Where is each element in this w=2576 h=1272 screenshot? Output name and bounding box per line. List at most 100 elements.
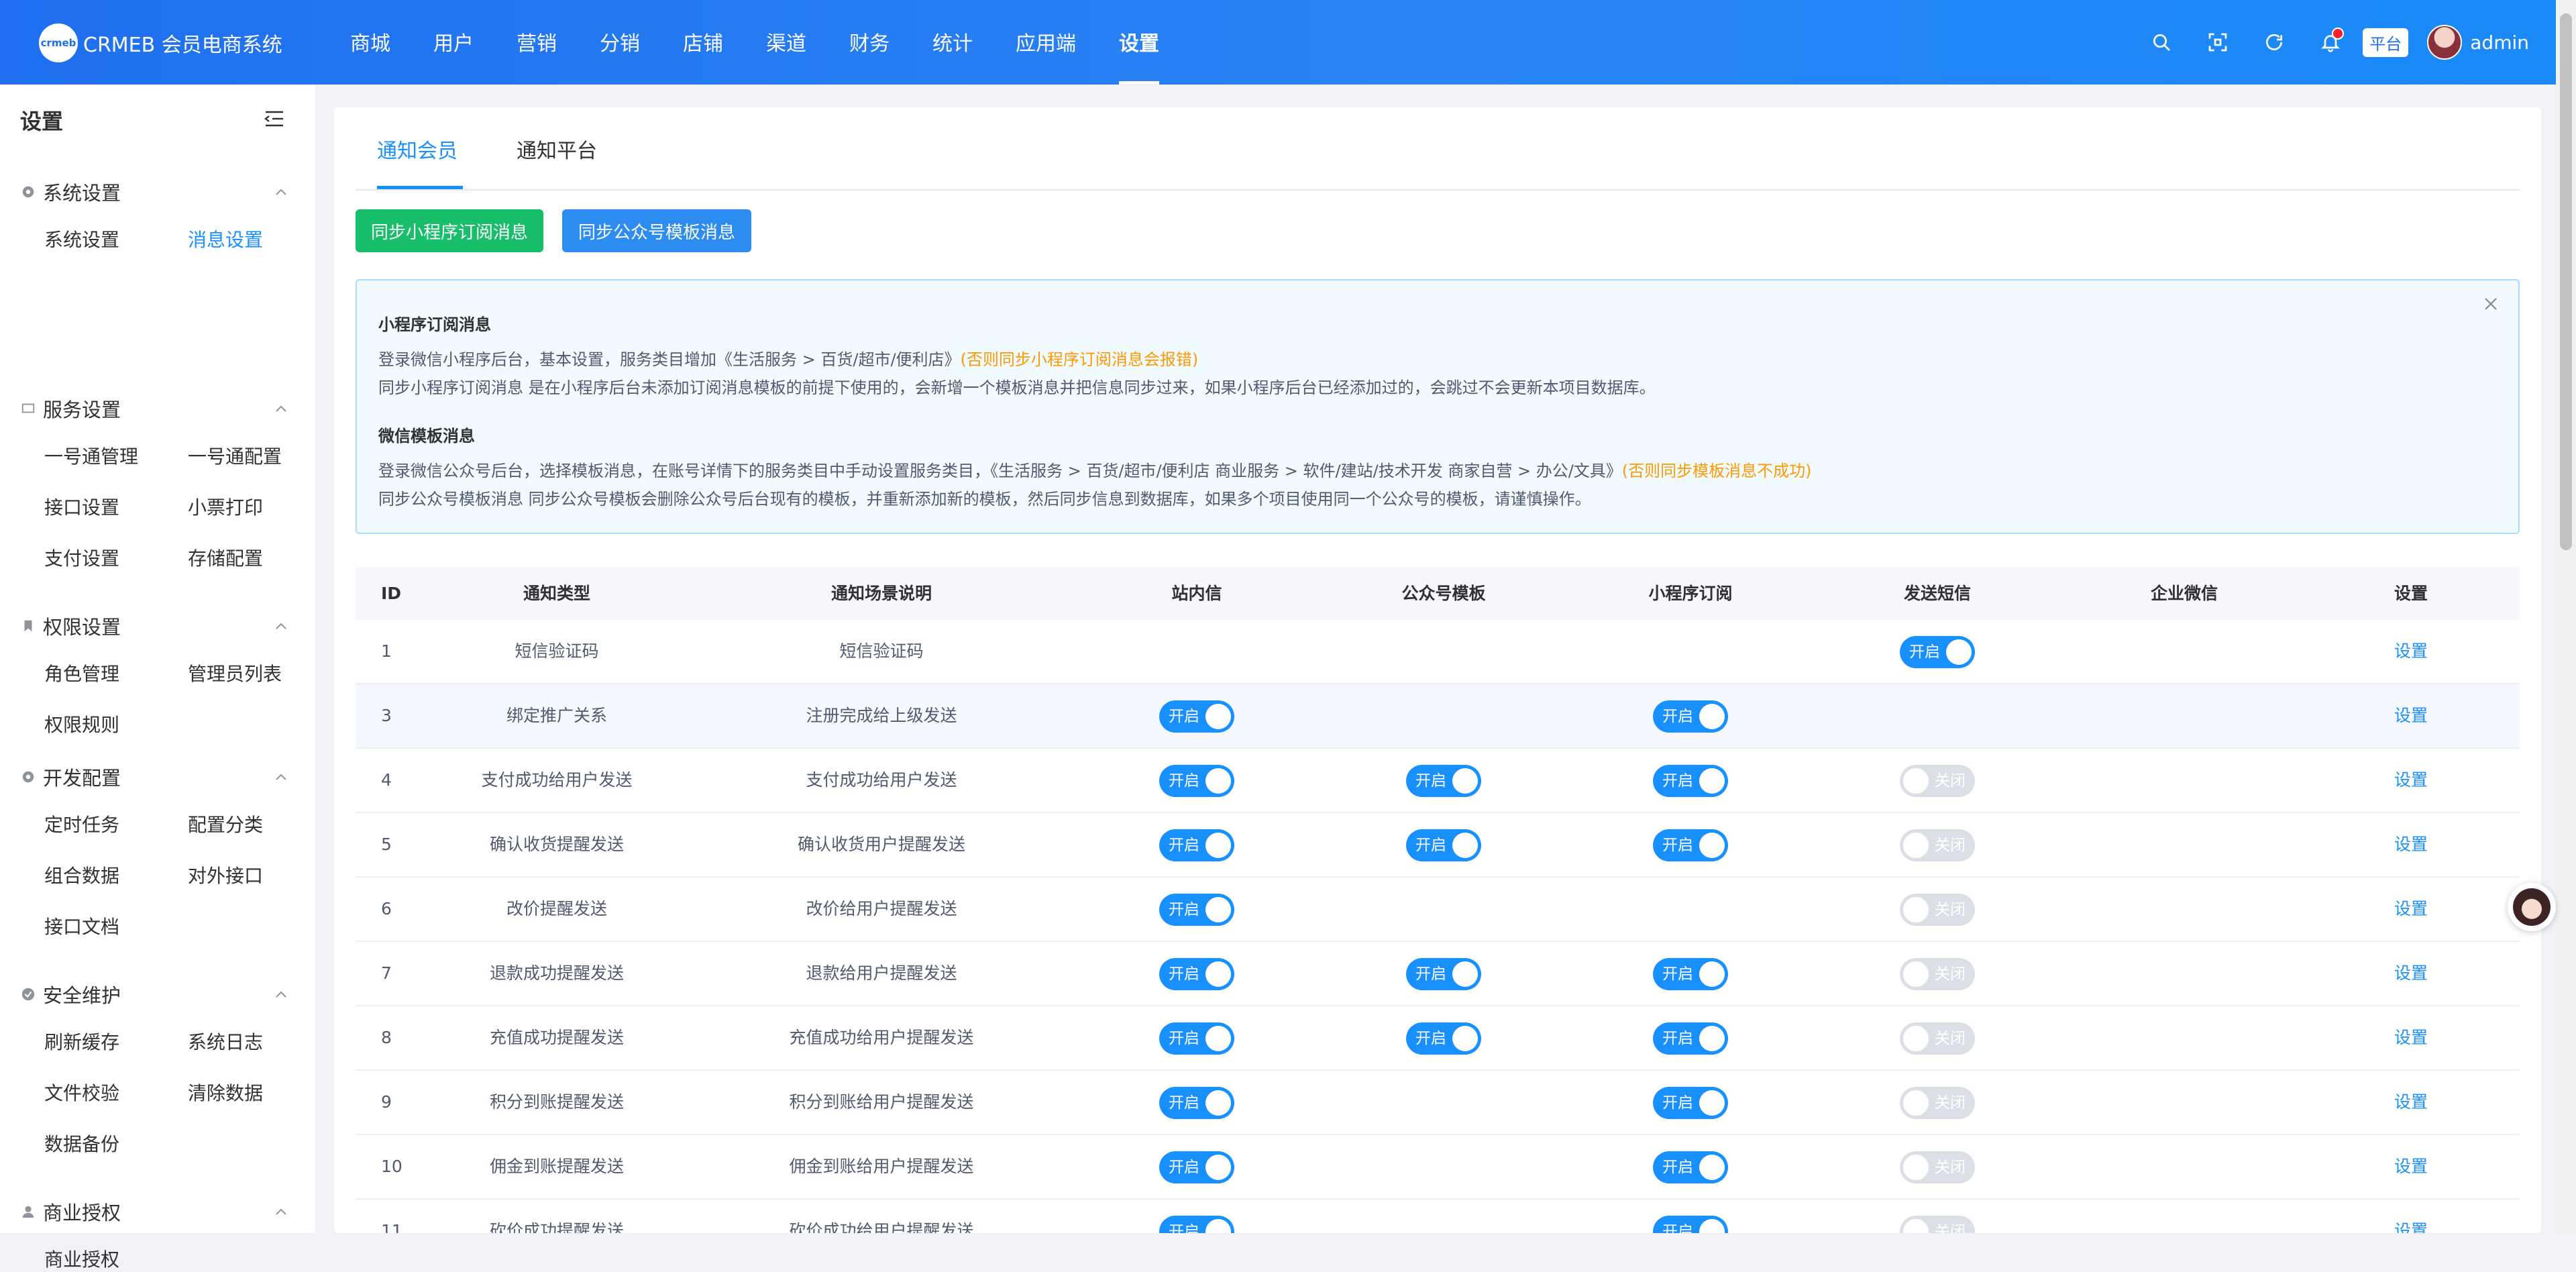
customer-service-button[interactable] [2508,883,2556,931]
mini-program-subscribe-toggle[interactable]: 开启 [1653,1022,1728,1055]
nav-item-distribution[interactable]: 分销 [578,0,661,85]
sidebar-item[interactable]: 文件校验 [44,1079,119,1106]
platform-tag[interactable]: 平台 [2363,28,2409,57]
chevron-up-icon[interactable] [274,185,288,200]
sidebar-group-header-permission[interactable]: 权限设置 [0,606,315,646]
settings-link[interactable]: 设置 [2394,1135,2428,1198]
sms-toggle[interactable]: 关闭 [1900,1151,1975,1183]
user-avatar[interactable] [2427,25,2463,60]
refresh-icon[interactable] [2261,29,2288,56]
nav-item-settings[interactable]: 设置 [1097,0,1181,85]
site-message-toggle[interactable]: 开启 [1159,1022,1234,1055]
sidebar-item[interactable]: 清除数据 [188,1079,263,1106]
sidebar-item[interactable]: 一号通配置 [188,442,282,469]
sync-wechat-template-button[interactable]: 同步公众号模板消息 [562,209,751,252]
sidebar-group-header-develop[interactable]: 开发配置 [0,757,315,797]
settings-link[interactable]: 设置 [2394,813,2428,876]
sidebar-item[interactable]: 组合数据 [44,861,119,888]
sidebar-group-header-service[interactable]: 服务设置 [0,388,315,429]
sidebar-item[interactable]: 一号通管理 [44,442,138,469]
site-message-toggle[interactable]: 开启 [1159,1087,1234,1119]
search-icon[interactable] [2148,29,2175,56]
mini-program-subscribe-toggle[interactable]: 开启 [1653,1151,1728,1183]
fullscreen-icon[interactable] [2204,29,2231,56]
sms-toggle[interactable]: 关闭 [1900,1022,1975,1055]
settings-link[interactable]: 设置 [2394,1071,2428,1134]
site-message-toggle[interactable]: 开启 [1159,1216,1234,1233]
site-message-toggle[interactable]: 开启 [1159,1151,1234,1183]
chevron-up-icon[interactable] [274,1205,288,1220]
wechat-template-toggle[interactable]: 开启 [1406,958,1481,990]
sms-toggle[interactable]: 关闭 [1900,829,1975,861]
sms-toggle[interactable]: 关闭 [1900,765,1975,797]
settings-link[interactable]: 设置 [2394,684,2428,747]
wechat-template-toggle[interactable]: 开启 [1406,765,1481,797]
tab-notify-member[interactable]: 通知会员 [377,134,458,164]
settings-link[interactable]: 设置 [2394,1006,2428,1069]
sidebar-group-header-license[interactable]: 商业授权 [0,1191,315,1232]
sidebar-item[interactable]: 存储配置 [188,544,263,571]
settings-link[interactable]: 设置 [2394,942,2428,1005]
site-message-toggle[interactable]: 开启 [1159,894,1234,926]
nav-item-marketing[interactable]: 营销 [495,0,578,85]
site-message-toggle[interactable]: 开启 [1159,700,1234,733]
tab-notify-platform[interactable]: 通知平台 [517,134,597,164]
sidebar-item[interactable]: 角色管理 [44,659,119,686]
mini-program-subscribe-toggle[interactable]: 开启 [1653,829,1728,861]
sms-toggle[interactable]: 关闭 [1900,1087,1975,1119]
collapse-menu-icon[interactable] [263,109,286,129]
nav-item-user[interactable]: 用户 [412,0,495,85]
sidebar-item[interactable]: 系统设置 [44,225,119,252]
mini-program-subscribe-toggle[interactable]: 开启 [1653,700,1728,733]
sms-toggle[interactable]: 关闭 [1900,1216,1975,1233]
sidebar-item[interactable]: 系统日志 [188,1028,263,1055]
sidebar-item[interactable]: 定时任务 [44,810,119,837]
sidebar-item[interactable]: 配置分类 [188,810,263,837]
sidebar-item[interactable]: 刷新缓存 [44,1028,119,1055]
sidebar-item[interactable]: 小票打印 [188,493,263,520]
wechat-template-toggle[interactable]: 开启 [1406,1022,1481,1055]
chevron-up-icon[interactable] [274,402,288,417]
site-message-toggle[interactable]: 开启 [1159,829,1234,861]
mini-program-subscribe-toggle[interactable]: 开启 [1653,1087,1728,1119]
sidebar-item[interactable]: 支付设置 [44,544,119,571]
sms-toggle[interactable]: 关闭 [1900,894,1975,926]
wechat-template-toggle[interactable]: 开启 [1406,829,1481,861]
site-message-toggle[interactable]: 开启 [1159,765,1234,797]
user-name[interactable]: admin [2470,32,2529,54]
scrollbar-thumb[interactable] [2560,13,2572,550]
sidebar-item[interactable]: 消息设置 [188,225,263,252]
site-message-toggle[interactable]: 开启 [1159,958,1234,990]
close-icon[interactable] [2482,295,2500,313]
sidebar-group-header-system[interactable]: 系统设置 [0,172,315,212]
chevron-up-icon[interactable] [274,770,288,785]
sidebar-item[interactable]: 权限规则 [44,710,119,737]
chevron-up-icon[interactable] [274,619,288,634]
nav-item-store[interactable]: 店铺 [661,0,745,85]
sidebar-item[interactable]: 管理员列表 [188,659,282,686]
nav-item-stats[interactable]: 统计 [911,0,994,85]
settings-link[interactable]: 设置 [2394,620,2428,683]
sidebar-group-header-security[interactable]: 安全维护 [0,974,315,1014]
page-scrollbar[interactable] [2556,0,2576,1233]
mini-program-subscribe-toggle[interactable]: 开启 [1653,765,1728,797]
nav-item-app[interactable]: 应用端 [994,0,1097,85]
sms-toggle[interactable]: 关闭 [1900,958,1975,990]
nav-item-finance[interactable]: 财务 [828,0,911,85]
sync-mini-program-button[interactable]: 同步小程序订阅消息 [356,209,543,252]
sidebar-item[interactable]: 接口文档 [44,912,119,939]
settings-link[interactable]: 设置 [2394,878,2428,941]
sms-toggle[interactable]: 开启 [1900,636,1975,668]
sidebar-item[interactable]: 商业授权 [44,1245,119,1272]
chevron-up-icon[interactable] [274,988,288,1002]
nav-item-channel[interactable]: 渠道 [745,0,828,85]
sidebar-item[interactable]: 对外接口 [188,861,263,888]
settings-link[interactable]: 设置 [2394,1200,2428,1233]
sidebar-item[interactable]: 接口设置 [44,493,119,520]
mini-program-subscribe-toggle[interactable]: 开启 [1653,958,1728,990]
settings-link[interactable]: 设置 [2394,749,2428,812]
logo[interactable]: crmeb CRMEB 会员电商系统 [39,23,282,63]
sidebar-item[interactable]: 数据备份 [44,1130,119,1157]
mini-program-subscribe-toggle[interactable]: 开启 [1653,1216,1728,1233]
nav-item-shop[interactable]: 商城 [329,0,412,85]
